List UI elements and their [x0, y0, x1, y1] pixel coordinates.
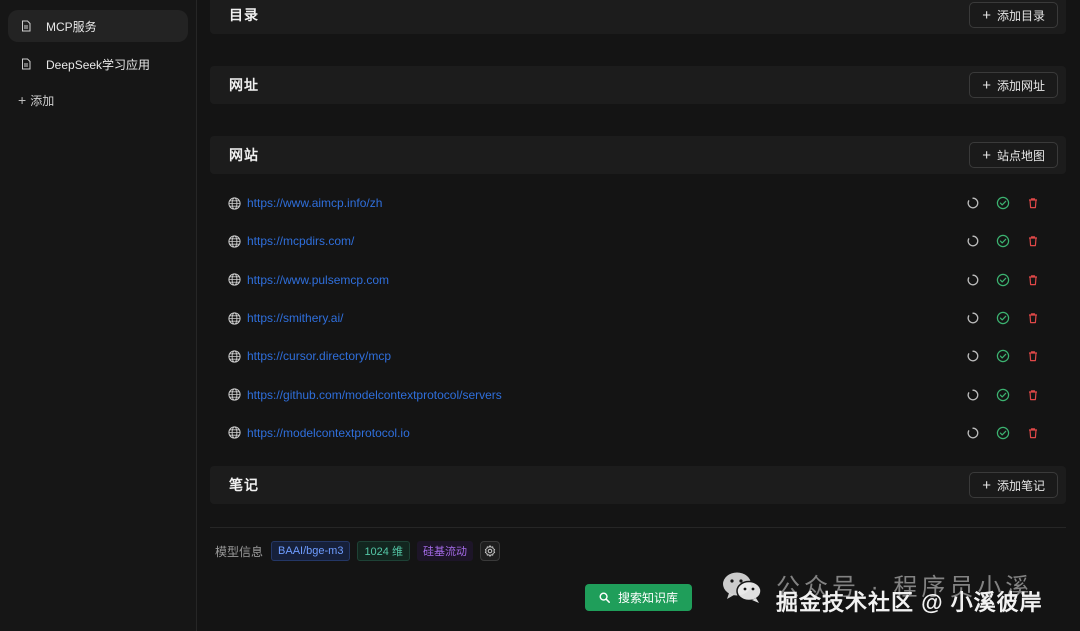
plus-icon: +	[982, 476, 991, 494]
refresh-icon[interactable]	[966, 388, 980, 402]
document-icon	[20, 20, 32, 32]
sitemap-button[interactable]: + 站点地图	[969, 142, 1058, 168]
website-row: https://www.aimcp.info/zh	[210, 184, 1066, 222]
section-title: 网站	[229, 147, 259, 163]
globe-icon	[228, 388, 241, 401]
website-row: https://cursor.directory/mcp	[210, 337, 1066, 375]
globe-icon	[228, 235, 241, 248]
trash-icon[interactable]	[1026, 388, 1040, 402]
check-circle-icon[interactable]	[996, 273, 1010, 287]
trash-icon[interactable]	[1026, 273, 1040, 287]
website-link[interactable]: https://github.com/modelcontextprotocol/…	[247, 388, 502, 402]
wechat-logo-icon	[720, 569, 764, 605]
section-title: 网址	[229, 77, 259, 93]
model-info: 模型信息 BAAI/bge-m3 1024 维 硅基流动	[215, 541, 500, 561]
website-row: https://www.pulsemcp.com	[210, 261, 1066, 299]
row-actions	[950, 196, 1040, 210]
refresh-icon[interactable]	[966, 426, 980, 440]
website-link[interactable]: https://smithery.ai/	[247, 311, 343, 325]
search-button-label: 搜索知识库	[617, 591, 678, 605]
button-label: 添加网址	[996, 78, 1045, 93]
section-title: 目录	[229, 7, 259, 23]
section-directory: 目录 + 添加目录	[210, 0, 1066, 34]
check-circle-icon[interactable]	[996, 234, 1010, 248]
website-link[interactable]: https://modelcontextprotocol.io	[247, 426, 410, 440]
website-row: https://modelcontextprotocol.io	[210, 414, 1066, 452]
app-window: MCP服务 DeepSeek学习应用 + 添加 目录 + 添加目录 网址 + 添…	[0, 0, 1080, 631]
trash-icon[interactable]	[1026, 349, 1040, 363]
provider-tag: 硅基流动	[416, 541, 473, 561]
row-actions	[950, 311, 1040, 325]
document-icon	[20, 58, 32, 70]
sidebar-item-label: MCP服务	[46, 19, 97, 34]
button-label: 站点地图	[996, 148, 1045, 163]
button-label: 添加目录	[996, 8, 1045, 23]
refresh-icon[interactable]	[966, 273, 980, 287]
trash-icon[interactable]	[1026, 196, 1040, 210]
divider	[210, 527, 1066, 528]
watermark-line-2: 掘金技术社区 @ 小溪彼岸	[776, 590, 1043, 615]
refresh-icon[interactable]	[966, 234, 980, 248]
sidebar-item-mcp-service[interactable]: MCP服务	[8, 10, 188, 42]
watermark: 公众号 · 程序员小溪 掘金技术社区 @ 小溪彼岸	[720, 567, 1070, 627]
trash-icon[interactable]	[1026, 426, 1040, 440]
check-circle-icon[interactable]	[996, 426, 1010, 440]
model-info-label: 模型信息	[215, 544, 264, 559]
website-link[interactable]: https://cursor.directory/mcp	[247, 349, 391, 363]
section-url: 网址 + 添加网址	[210, 66, 1066, 104]
row-actions	[950, 388, 1040, 402]
section-title: 笔记	[229, 477, 259, 493]
globe-icon	[228, 350, 241, 363]
plus-icon: +	[18, 92, 27, 108]
check-circle-icon[interactable]	[996, 196, 1010, 210]
add-url-button[interactable]: + 添加网址	[969, 72, 1058, 98]
check-circle-icon[interactable]	[996, 349, 1010, 363]
button-label: 添加笔记	[996, 478, 1045, 493]
website-row: https://smithery.ai/	[210, 299, 1066, 337]
refresh-icon[interactable]	[966, 349, 980, 363]
website-link[interactable]: https://mcpdirs.com/	[247, 234, 354, 248]
main-content: 目录 + 添加目录 网址 + 添加网址 网站 + 站点地图 https://ww…	[210, 0, 1066, 631]
trash-icon[interactable]	[1026, 234, 1040, 248]
plus-icon: +	[982, 6, 991, 24]
add-directory-button[interactable]: + 添加目录	[969, 2, 1058, 28]
globe-icon	[228, 273, 241, 286]
dimension-tag: 1024 维	[357, 541, 410, 561]
row-actions	[950, 426, 1040, 440]
globe-icon	[228, 197, 241, 210]
refresh-icon[interactable]	[966, 196, 980, 210]
model-name-tag: BAAI/bge-m3	[271, 541, 351, 561]
plus-icon: +	[982, 146, 991, 164]
sidebar-add-button[interactable]: + 添加	[8, 86, 188, 114]
section-notes: 笔记 + 添加笔记	[210, 466, 1066, 504]
website-link[interactable]: https://www.aimcp.info/zh	[247, 196, 382, 210]
row-actions	[950, 273, 1040, 287]
row-actions	[950, 234, 1040, 248]
gear-icon[interactable]	[479, 541, 500, 561]
row-actions	[950, 349, 1040, 363]
sidebar: MCP服务 DeepSeek学习应用 + 添加	[0, 0, 197, 631]
sidebar-item-label: DeepSeek学习应用	[46, 57, 151, 72]
plus-icon: +	[982, 76, 991, 94]
website-list: https://www.aimcp.info/zh https://mcpdirs…	[210, 184, 1066, 452]
sidebar-item-deepseek[interactable]: DeepSeek学习应用	[8, 48, 188, 80]
section-website: 网站 + 站点地图	[210, 136, 1066, 174]
refresh-icon[interactable]	[966, 311, 980, 325]
website-row: https://github.com/modelcontextprotocol/…	[210, 375, 1066, 413]
sidebar-add-label: 添加	[30, 93, 55, 108]
website-link[interactable]: https://www.pulsemcp.com	[247, 273, 389, 287]
website-row: https://mcpdirs.com/	[210, 222, 1066, 260]
add-note-button[interactable]: + 添加笔记	[969, 472, 1058, 498]
globe-icon	[228, 311, 241, 325]
check-circle-icon[interactable]	[996, 388, 1010, 402]
globe-icon	[228, 426, 241, 440]
search-icon	[599, 592, 610, 603]
search-knowledge-base-button[interactable]: 搜索知识库	[585, 584, 692, 611]
trash-icon[interactable]	[1026, 311, 1040, 325]
check-circle-icon[interactable]	[996, 311, 1010, 325]
